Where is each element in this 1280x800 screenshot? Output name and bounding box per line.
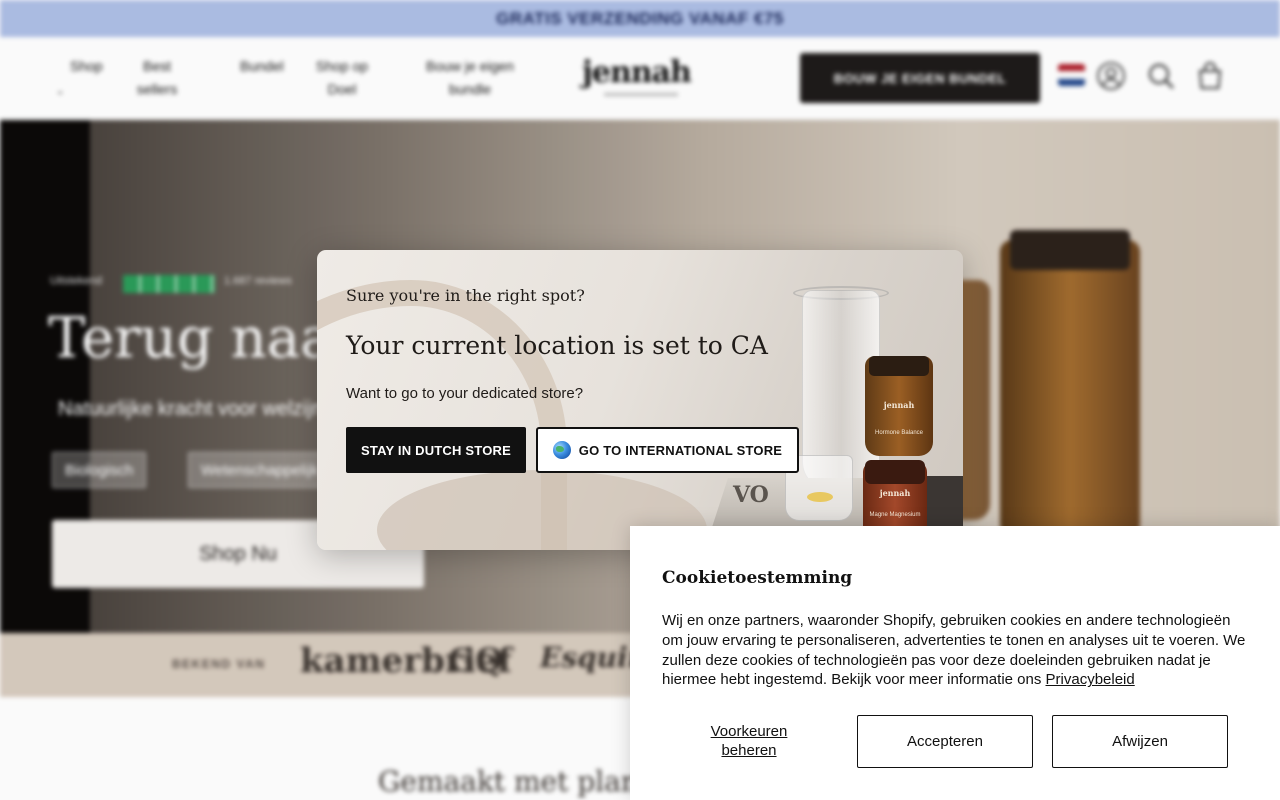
cookie-text: Wij en onze partners, waaronder Shopify,… bbox=[662, 612, 1246, 689]
intl-button-label: GO TO INTERNATIONAL STORE bbox=[578, 442, 783, 458]
modal-text: Want to go to your dedicated store? bbox=[346, 385, 584, 402]
cookie-banner: Cookietoestemming Wij en onze partners, … bbox=[630, 526, 1280, 800]
globe-icon bbox=[552, 441, 571, 459]
modal-kicker: Sure you're in the right spot? bbox=[346, 286, 585, 305]
manage-preferences-link[interactable]: Voorkeuren beheren bbox=[694, 722, 804, 760]
decline-button[interactable]: Afwijzen bbox=[1052, 715, 1228, 768]
privacy-policy-link[interactable]: Privacybeleid bbox=[1046, 671, 1135, 688]
go-to-international-store-button[interactable]: GO TO INTERNATIONAL STORE bbox=[536, 427, 799, 473]
cookie-title: Cookietoestemming bbox=[662, 568, 853, 588]
accept-button[interactable]: Accepteren bbox=[857, 715, 1033, 768]
location-modal: VO jennah Hormone Balance jennah Magne M… bbox=[317, 250, 963, 550]
stay-in-dutch-store-button[interactable]: STAY IN DUTCH STORE bbox=[346, 427, 526, 473]
modal-title: Your current location is set to CA bbox=[346, 331, 768, 360]
